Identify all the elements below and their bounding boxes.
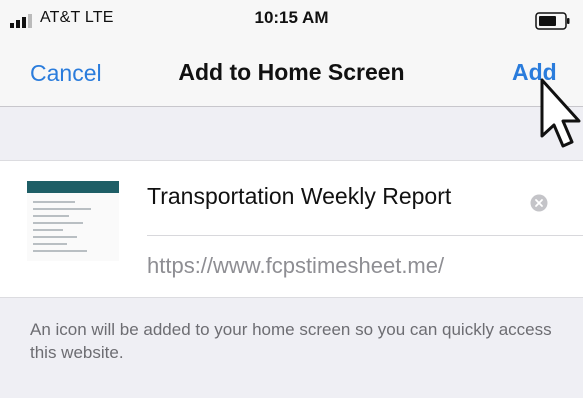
add-to-home-screen: AT&T LTE 10:15 AM Cancel Add to Home Scr… xyxy=(0,0,583,398)
status-bar: AT&T LTE 10:15 AM xyxy=(0,0,583,40)
bookmark-title-input[interactable]: Transportation Weekly Report xyxy=(147,183,451,210)
explanation-text: An icon will be added to your home scree… xyxy=(30,320,552,362)
field-divider xyxy=(147,235,583,236)
bookmark-card: Transportation Weekly Report https://www… xyxy=(0,160,583,298)
mouse-pointer-icon xyxy=(540,78,581,148)
page-title: Add to Home Screen xyxy=(178,59,405,85)
battery-icon xyxy=(535,12,570,30)
website-thumbnail xyxy=(27,181,119,261)
clock: 10:15 AM xyxy=(254,8,329,27)
clear-circle-icon[interactable] xyxy=(530,194,548,212)
navigation-bar: Cancel Add to Home Screen Add xyxy=(0,40,583,107)
bookmark-url: https://www.fcpstimesheet.me/ xyxy=(147,253,445,278)
